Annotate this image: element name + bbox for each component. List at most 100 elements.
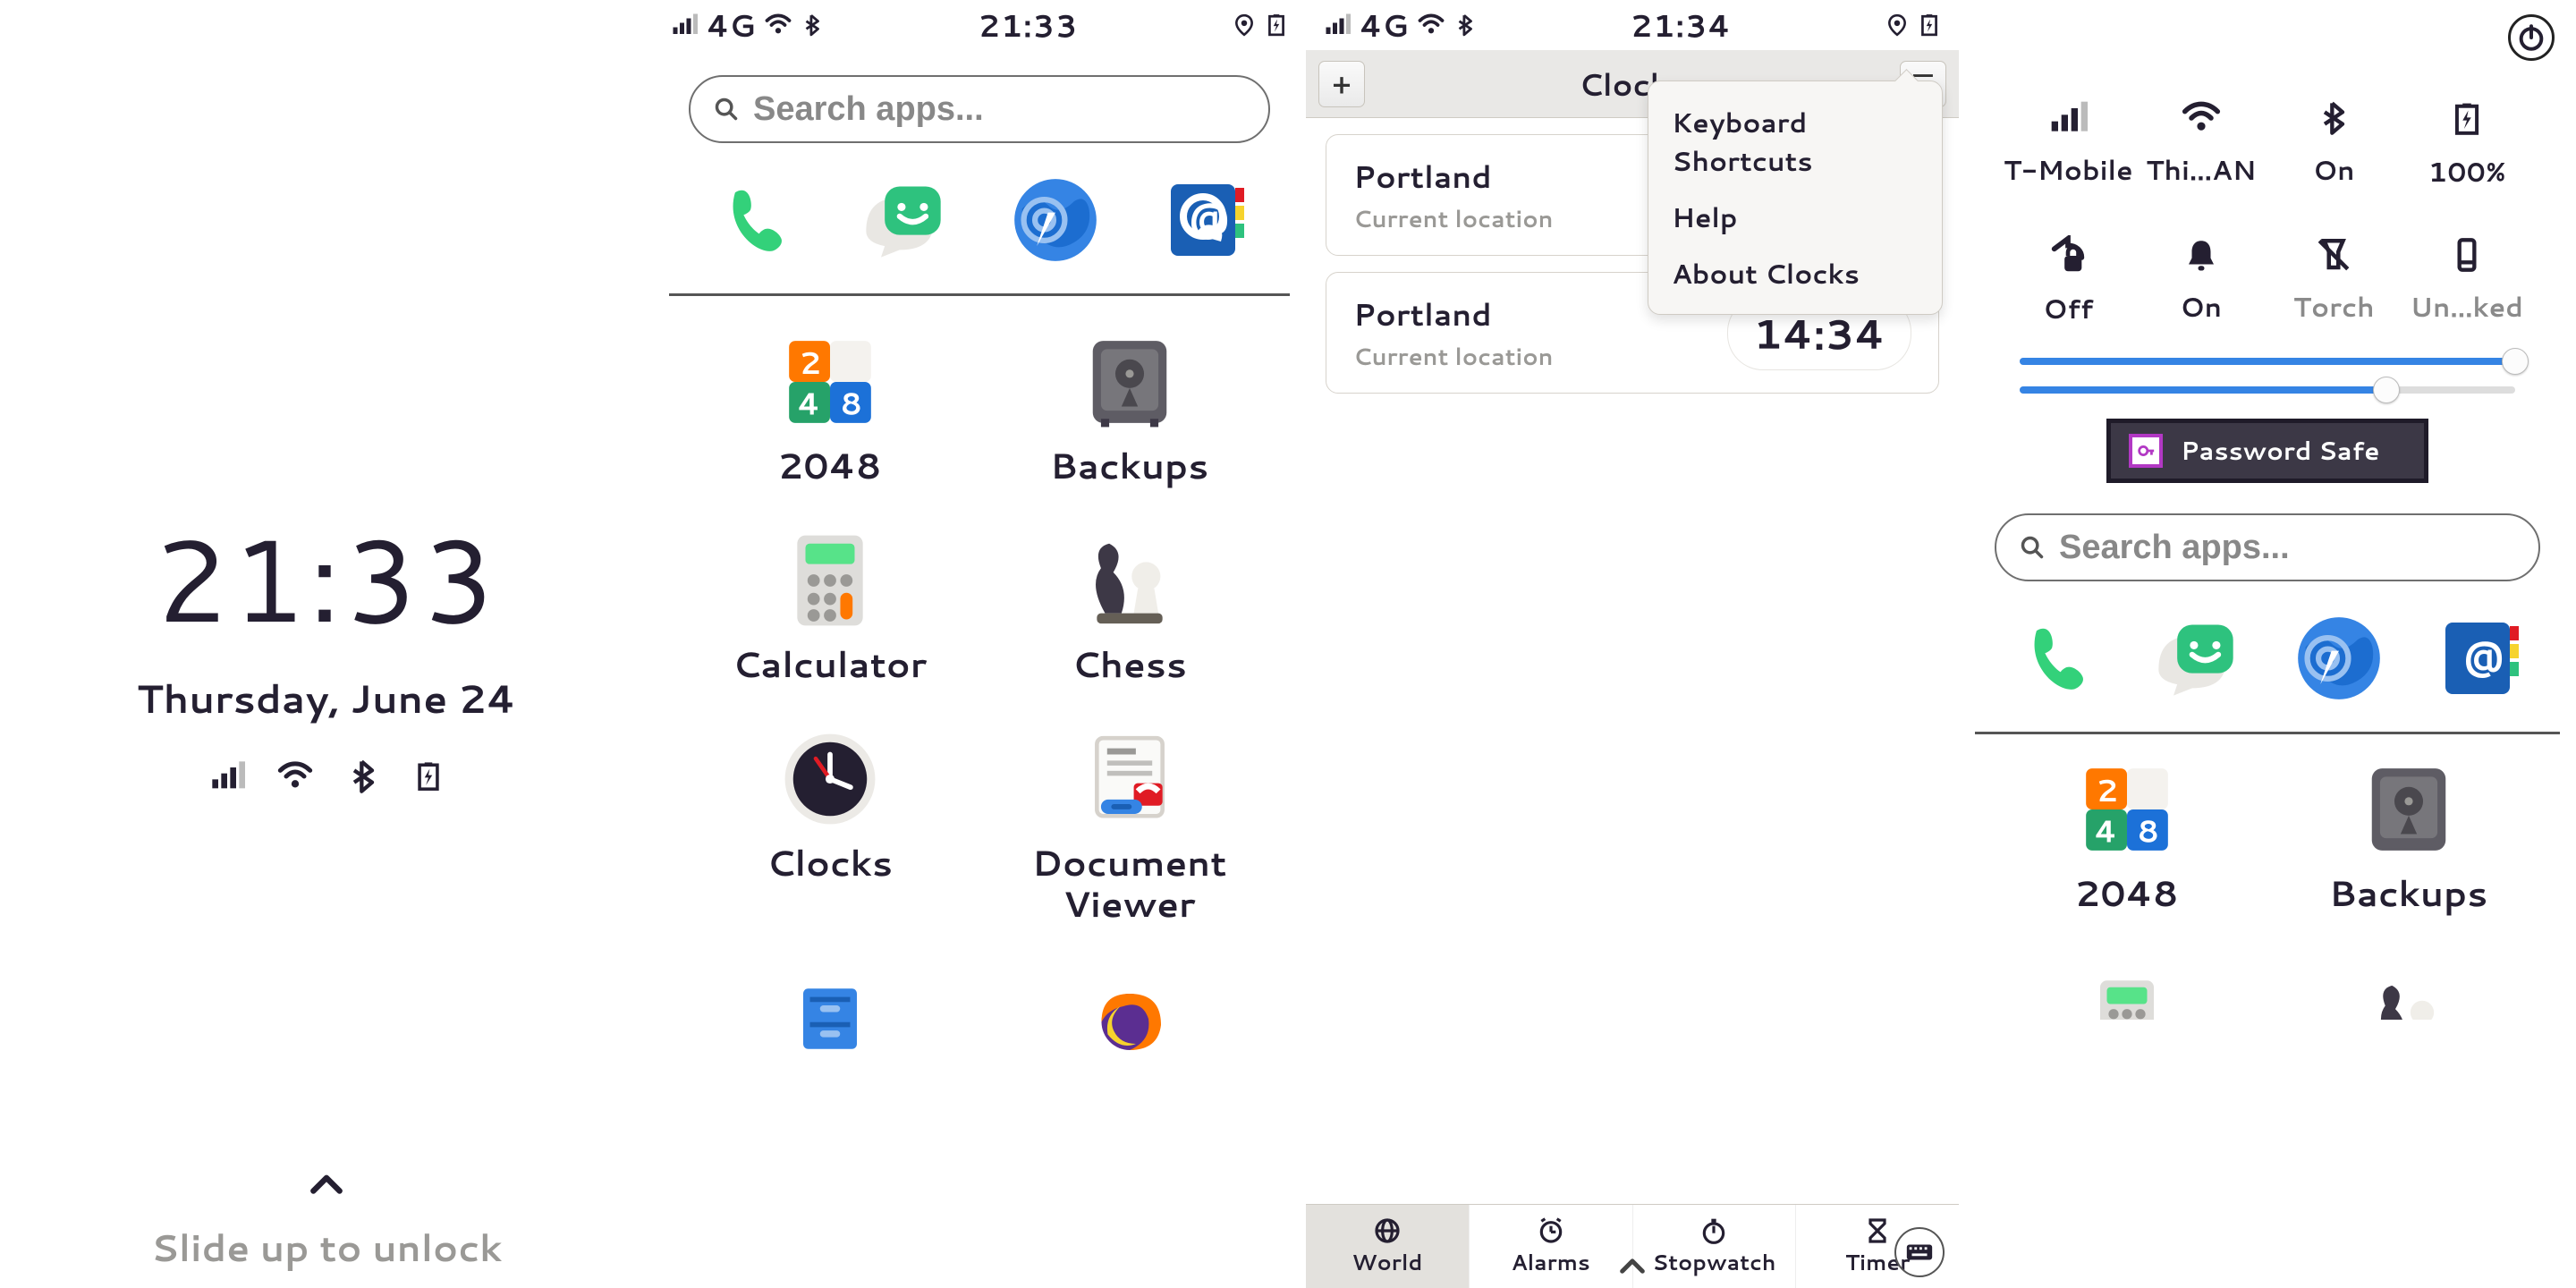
qs-wifi[interactable]: Thi...AN <box>2135 98 2268 191</box>
game-2048-icon: 248 <box>2077 759 2177 860</box>
location-icon <box>1233 12 1256 38</box>
city-name: Portland <box>1353 155 1554 198</box>
app-document-viewer[interactable]: Document Viewer <box>979 729 1279 924</box>
menu-keyboard-shortcuts[interactable]: Keyboard Shortcuts <box>1648 94 1942 189</box>
search-input[interactable] <box>2057 528 2515 568</box>
clock-icon <box>780 729 880 829</box>
app-label: Chess <box>1072 643 1187 684</box>
search-apps[interactable] <box>1995 513 2540 581</box>
qs-dock[interactable]: Un...ked <box>2401 235 2534 327</box>
brightness-slider[interactable] <box>2020 358 2515 365</box>
status-time: 21:34 <box>1477 4 1885 47</box>
app-calculator-partial[interactable] <box>1986 947 2267 1047</box>
qs-bluetooth[interactable]: On <box>2267 98 2401 191</box>
network-label: 4G <box>1360 4 1409 47</box>
lockscreen: 21:33 Thursday, June 24 Slide up to unlo… <box>0 0 653 1288</box>
app-2048[interactable]: 248 2048 <box>680 332 979 486</box>
battery-icon <box>1918 11 1941 39</box>
app-label: Backups <box>1050 445 1208 486</box>
tab-label: Stopwatch <box>1652 1247 1775 1277</box>
app-clocks[interactable]: Clocks <box>680 729 979 924</box>
sms-app-icon[interactable] <box>2148 610 2244 707</box>
quick-settings: T-Mobile Thi...AN On 100% Off On Torch U… <box>1959 0 2576 1288</box>
qs-label: Off <box>2043 289 2093 327</box>
search-apps[interactable] <box>689 75 1270 143</box>
app-label: Calculator <box>733 643 928 684</box>
qs-torch[interactable]: Torch <box>2267 235 2401 327</box>
chevron-up-icon[interactable] <box>307 1166 346 1206</box>
bluetooth-icon <box>345 758 381 794</box>
add-button[interactable]: + <box>1318 61 1365 107</box>
app-backups[interactable]: Backups <box>2267 759 2549 913</box>
document-viewer-icon <box>1080 729 1180 829</box>
favorites-row: @ <box>1959 599 2576 732</box>
sms-app-icon[interactable] <box>855 172 952 268</box>
search-input[interactable] <box>751 89 1245 130</box>
notification-password-safe[interactable]: Password Safe <box>2106 419 2428 483</box>
keyboard-button[interactable] <box>1894 1227 1945 1277</box>
chevron-up-icon[interactable] <box>1617 1252 1648 1283</box>
app-label: Backups <box>2329 872 2487 913</box>
power-button[interactable] <box>2508 14 2555 61</box>
app-files-partial[interactable] <box>680 969 979 1069</box>
location-hint: Current location <box>1353 203 1554 235</box>
alarm-icon <box>1537 1216 1565 1245</box>
app-backups[interactable]: Backups <box>979 332 1279 486</box>
tab-stopwatch[interactable]: Stopwatch <box>1633 1205 1797 1288</box>
app-2048[interactable]: 248 2048 <box>1986 759 2267 913</box>
qs-label: Thi...AN <box>2146 150 2256 189</box>
menu-about[interactable]: About Clocks <box>1648 245 1942 301</box>
qs-label: Torch <box>2293 287 2375 326</box>
qs-battery[interactable]: 100% <box>2401 98 2534 191</box>
wifi-icon <box>277 758 313 794</box>
firefox-icon <box>1080 969 1180 1069</box>
location-icon <box>1885 12 1909 38</box>
qs-label: 100% <box>2428 152 2505 191</box>
chess-icon <box>1080 530 1180 631</box>
app-calculator[interactable]: Calculator <box>680 530 979 684</box>
statusbar: 4G 21:34 <box>1306 0 1959 50</box>
tab-label: Alarms <box>1511 1247 1589 1277</box>
tab-world[interactable]: World <box>1306 1205 1470 1288</box>
qs-label: On <box>2313 150 2355 189</box>
qs-notifications[interactable]: On <box>2135 235 2268 327</box>
notification-title: Password Safe <box>2181 433 2379 469</box>
qs-rotation[interactable]: Off <box>2002 235 2135 327</box>
qs-label: On <box>2180 287 2222 326</box>
qs-cellular[interactable]: T-Mobile <box>2002 98 2135 191</box>
svg-text:8: 8 <box>840 382 862 426</box>
lock-date: Thursday, June 24 <box>0 671 653 726</box>
phone-app-icon[interactable] <box>704 172 801 268</box>
status-time: 21:33 <box>824 4 1233 47</box>
lock-status-icons <box>0 758 653 794</box>
volume-slider[interactable] <box>2020 386 2515 394</box>
signal-icon <box>671 12 698 38</box>
app-firefox-partial[interactable] <box>979 969 1279 1069</box>
search-icon <box>2020 535 2045 560</box>
app-chess-partial[interactable] <box>2267 947 2549 1047</box>
tab-alarms[interactable]: Alarms <box>1470 1205 1633 1288</box>
app-grid[interactable]: 248 2048 Backups Calculator Chess Clocks… <box>653 296 1306 1069</box>
bluetooth-icon <box>1453 12 1477 38</box>
web-app-icon[interactable] <box>1007 172 1104 268</box>
contacts-app-icon[interactable]: @ <box>1158 172 1255 268</box>
safe-icon <box>2359 759 2459 860</box>
qs-label: Un...ked <box>2411 287 2523 326</box>
app-drawer: 4G 21:33 @ 248 2048 Backups Calculato <box>653 0 1306 1288</box>
menu-help[interactable]: Help <box>1648 189 1942 245</box>
calculator-icon <box>2077 947 2177 1047</box>
tab-label: World <box>1352 1247 1422 1277</box>
lock-time: 21:33 <box>0 519 653 635</box>
contacts-app-icon[interactable]: @ <box>2433 610 2529 707</box>
web-app-icon[interactable] <box>2291 610 2387 707</box>
password-safe-icon <box>2129 434 2163 468</box>
app-chess[interactable]: Chess <box>979 530 1279 684</box>
app-label: Document Viewer <box>987 842 1273 924</box>
app-grid[interactable]: 248 2048 Backups <box>1959 734 2576 1047</box>
signal-icon <box>209 758 245 794</box>
phone-app-icon[interactable] <box>2005 610 2102 707</box>
app-label: Clocks <box>767 842 893 883</box>
svg-text:4: 4 <box>2094 809 2117 853</box>
svg-text:2: 2 <box>2096 768 2118 812</box>
quick-toggles: T-Mobile Thi...AN On 100% Off On Torch U… <box>1959 0 2576 336</box>
